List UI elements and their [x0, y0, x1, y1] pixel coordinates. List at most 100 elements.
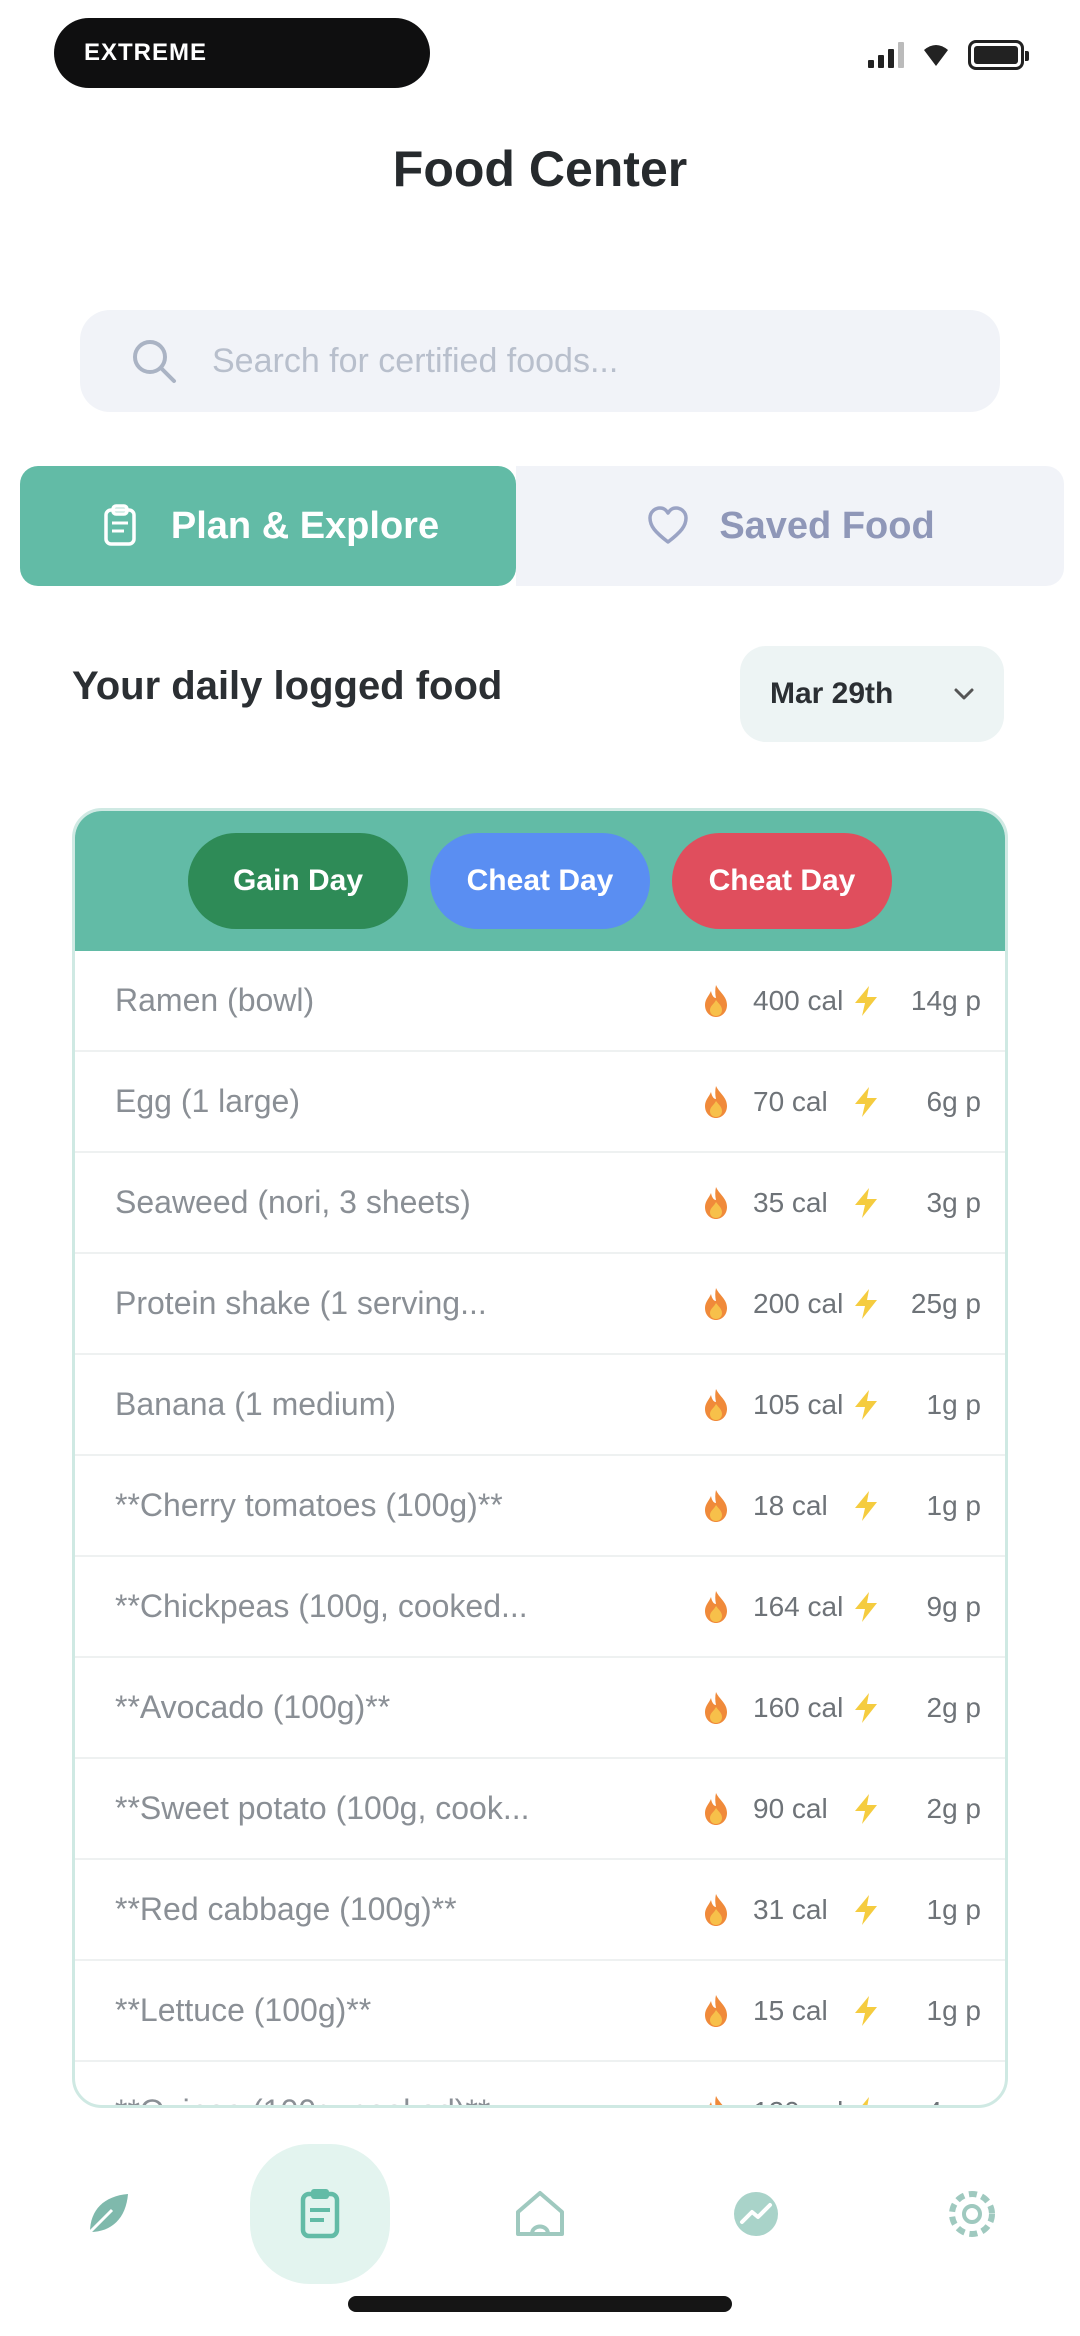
status-icons [868, 40, 1029, 70]
fire-icon [697, 1891, 735, 1929]
nav-leaf[interactable] [48, 2154, 168, 2274]
fire-icon [697, 2093, 735, 2105]
fire-icon [697, 1992, 735, 2030]
food-protein: 1g p [926, 1893, 982, 1925]
food-calories: 90 cal [753, 1792, 828, 1824]
bolt-icon [849, 1590, 883, 1624]
cheat-day-red-button[interactable]: Cheat Day [672, 833, 892, 929]
bolt-icon [849, 1792, 883, 1826]
food-protein: 1g p [926, 1489, 982, 1521]
cheat-day-blue-button[interactable]: Cheat Day [430, 833, 650, 929]
food-calories: 31 cal [753, 1893, 828, 1925]
bolt-icon [849, 1287, 883, 1321]
food-protein: 4g p [899, 2096, 982, 2106]
search-bar[interactable] [80, 310, 1000, 412]
leaf-icon [88, 2194, 128, 2234]
date-select[interactable]: Mar 29th [740, 646, 1004, 742]
bolt-icon [849, 2095, 883, 2105]
food-row[interactable]: **Chickpeas (100g, cooked... 164 cal 9g p [75, 1557, 1005, 1658]
food-list: Ramen (bowl) 400 cal 14g p Egg (1 large) 70 … [75, 951, 1005, 2106]
food-row[interactable]: **Avocado (100g)** 160 cal 2g p [75, 1658, 1005, 1759]
food-calories: 400 cal [753, 984, 844, 1016]
bolt-icon [849, 1186, 883, 1220]
food-calories: 70 cal [753, 1085, 828, 1117]
day-type-header: Gain Day Cheat Day Cheat Day [75, 811, 1005, 951]
food-calories: 120 cal [753, 2096, 849, 2106]
food-row[interactable]: **Cherry tomatoes (100g)** 18 cal 1g p [75, 1456, 1005, 1557]
food-name: **Chickpeas (100g, cooked... [115, 1588, 528, 1624]
food-name: Banana (1 medium) [115, 1386, 397, 1422]
food-protein: 14g p [910, 984, 981, 1016]
food-row[interactable]: Ramen (bowl) 400 cal 14g p [75, 951, 1005, 1052]
clipboard-icon [104, 504, 136, 546]
search-input[interactable] [212, 341, 1000, 381]
home-indicator [348, 2296, 732, 2312]
search-icon [133, 340, 176, 383]
food-name: Ramen (bowl) [115, 982, 315, 1018]
food-row[interactable]: Seaweed (nori, 3 sheets) 35 cal 3g p [75, 1153, 1005, 1254]
home-icon [516, 2191, 564, 2236]
food-name: **Sweet potato (100g, cook... [115, 1790, 530, 1826]
nav-home[interactable] [480, 2154, 600, 2274]
bolt-icon [849, 1994, 883, 2028]
food-name: **Avocado (100g)** [115, 1689, 391, 1725]
fire-icon [697, 1285, 735, 1323]
fire-icon [697, 1689, 735, 1727]
food-protein: 2g p [926, 1691, 982, 1723]
food-calories: 160 cal [753, 1691, 844, 1723]
food-calories: 164 cal [753, 1590, 844, 1622]
food-row[interactable]: **Red cabbage (100g)** 31 cal 1g p [75, 1860, 1005, 1961]
tab-plan-explore-label: Plan & Explore [170, 504, 440, 547]
food-protein: 25g p [910, 1287, 981, 1319]
food-calories: 15 cal [753, 1994, 828, 2026]
food-name: **Quinoa (100g, cooked)** [115, 2093, 697, 2105]
nav-food-center[interactable] [250, 2144, 390, 2284]
food-protein: 1g p [926, 1994, 982, 2026]
food-protein: 2g p [926, 1792, 982, 1824]
tab-bar: Plan & Explore Saved Food [20, 466, 1064, 586]
tab-plan-explore[interactable]: Plan & Explore [20, 466, 516, 586]
food-calories: 200 cal [753, 1287, 844, 1319]
settings-icon [949, 2191, 995, 2237]
food-row[interactable]: Banana (1 medium) 105 cal 1g p [75, 1355, 1005, 1456]
food-row[interactable]: Egg (1 large) 70 cal 6g p [75, 1052, 1005, 1153]
nav-progress[interactable] [696, 2154, 816, 2274]
fire-icon [697, 1184, 735, 1222]
food-row[interactable]: **Lettuce (100g)** 15 cal 1g p [75, 1961, 1005, 2062]
food-calories: 105 cal [753, 1388, 844, 1420]
date-select-value: Mar 29th [770, 677, 894, 710]
tab-saved-food[interactable]: Saved Food [516, 466, 1064, 586]
food-name: **Red cabbage (100g)** [115, 1891, 457, 1927]
fire-icon [697, 1790, 735, 1828]
clipboard-icon [300, 2189, 340, 2239]
food-name: Egg (1 large) [115, 1083, 300, 1119]
food-row[interactable]: Protein shake (1 serving... 200 cal 25g p [75, 1254, 1005, 1355]
food-row[interactable]: **Sweet potato (100g, cook... 90 cal 2g p [75, 1759, 1005, 1860]
section-title: Your daily logged food [72, 664, 503, 708]
food-log-card: Gain Day Cheat Day Cheat Day Ramen (bowl… [72, 808, 1008, 2108]
trend-icon [734, 2192, 778, 2236]
fire-icon [697, 1487, 735, 1525]
fire-icon [697, 982, 735, 1020]
food-name: **Cherry tomatoes (100g)** [115, 1487, 503, 1523]
bolt-icon [849, 1893, 883, 1927]
nav-settings[interactable] [912, 2154, 1032, 2274]
wifi-icon [924, 45, 948, 66]
food-name: Seaweed (nori, 3 sheets) [115, 1184, 471, 1220]
food-name: Protein shake (1 serving... [115, 1285, 487, 1321]
status-bar: EXTREME [0, 0, 1080, 120]
fire-icon [697, 1386, 735, 1424]
food-row[interactable]: **Quinoa (100g, cooked)** 120 cal 4g p [75, 2062, 1005, 2106]
page-title: Food Center [392, 141, 688, 197]
battery-icon [968, 40, 1029, 70]
signal-icon [868, 42, 904, 68]
gain-day-button[interactable]: Gain Day [188, 833, 408, 929]
bolt-icon [849, 1691, 883, 1725]
bolt-icon [849, 1489, 883, 1523]
food-calories: 18 cal [753, 1489, 828, 1521]
food-protein: 1g p [926, 1388, 982, 1420]
food-protein: 9g p [926, 1590, 982, 1622]
fire-icon [697, 1083, 735, 1121]
tab-saved-food-label: Saved Food [719, 504, 935, 547]
heart-icon [648, 506, 689, 544]
